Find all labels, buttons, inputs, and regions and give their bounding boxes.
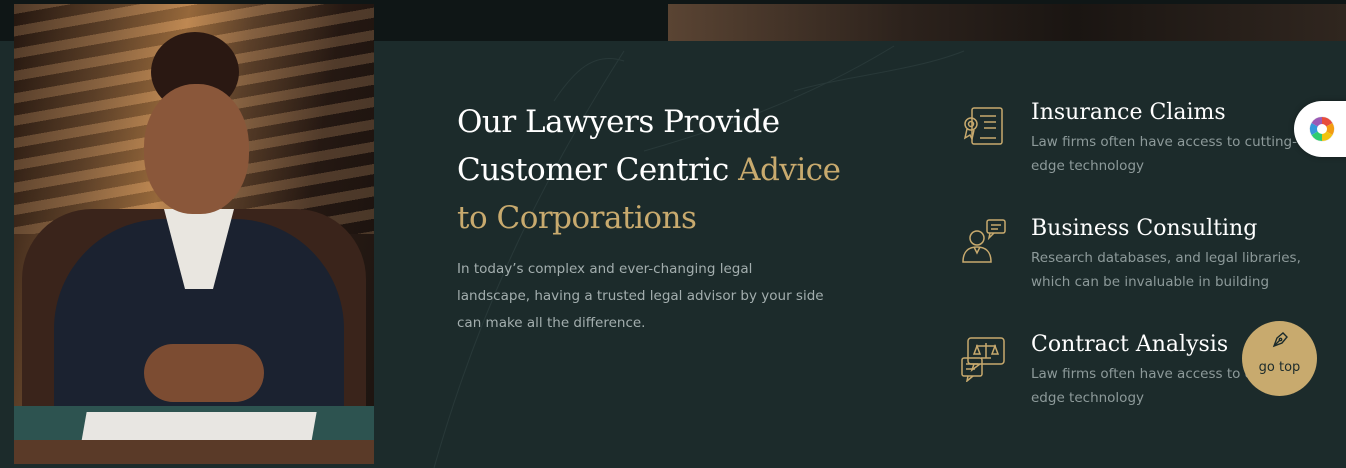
service-title[interactable]: Contract Analysis [1031,330,1228,360]
headline-line-1: Our Lawyers Provide [457,104,780,140]
consultant-icon [962,219,1006,263]
section-headline: Our Lawyers Provide Customer Centric Adv… [457,98,897,242]
service-title[interactable]: Insurance Claims [1031,98,1226,128]
go-top-button[interactable]: go top [1242,321,1317,396]
certificate-icon [963,107,1003,145]
service-title[interactable]: Business Consulting [1031,214,1257,244]
banner-photo-edge [668,4,1346,41]
headline-accent-1: Advice [738,152,841,188]
color-wheel-icon [1309,116,1335,142]
left-bar [0,41,14,468]
service-description: Research databases, and legal libraries,… [1031,250,1301,290]
color-palette-button[interactable] [1294,101,1346,157]
lawyer-portrait [14,4,374,464]
pen-nib-icon [1272,332,1288,348]
headline-accent-2: to Corporations [457,200,697,236]
scales-chat-icon [961,337,1005,382]
go-top-label: go top [1258,360,1301,375]
service-description: Law firms often have access to cutting-e… [1031,134,1297,174]
headline-line-2: Customer Centric [457,152,739,188]
intro-text: In today’s complex and ever-changing leg… [457,261,824,331]
